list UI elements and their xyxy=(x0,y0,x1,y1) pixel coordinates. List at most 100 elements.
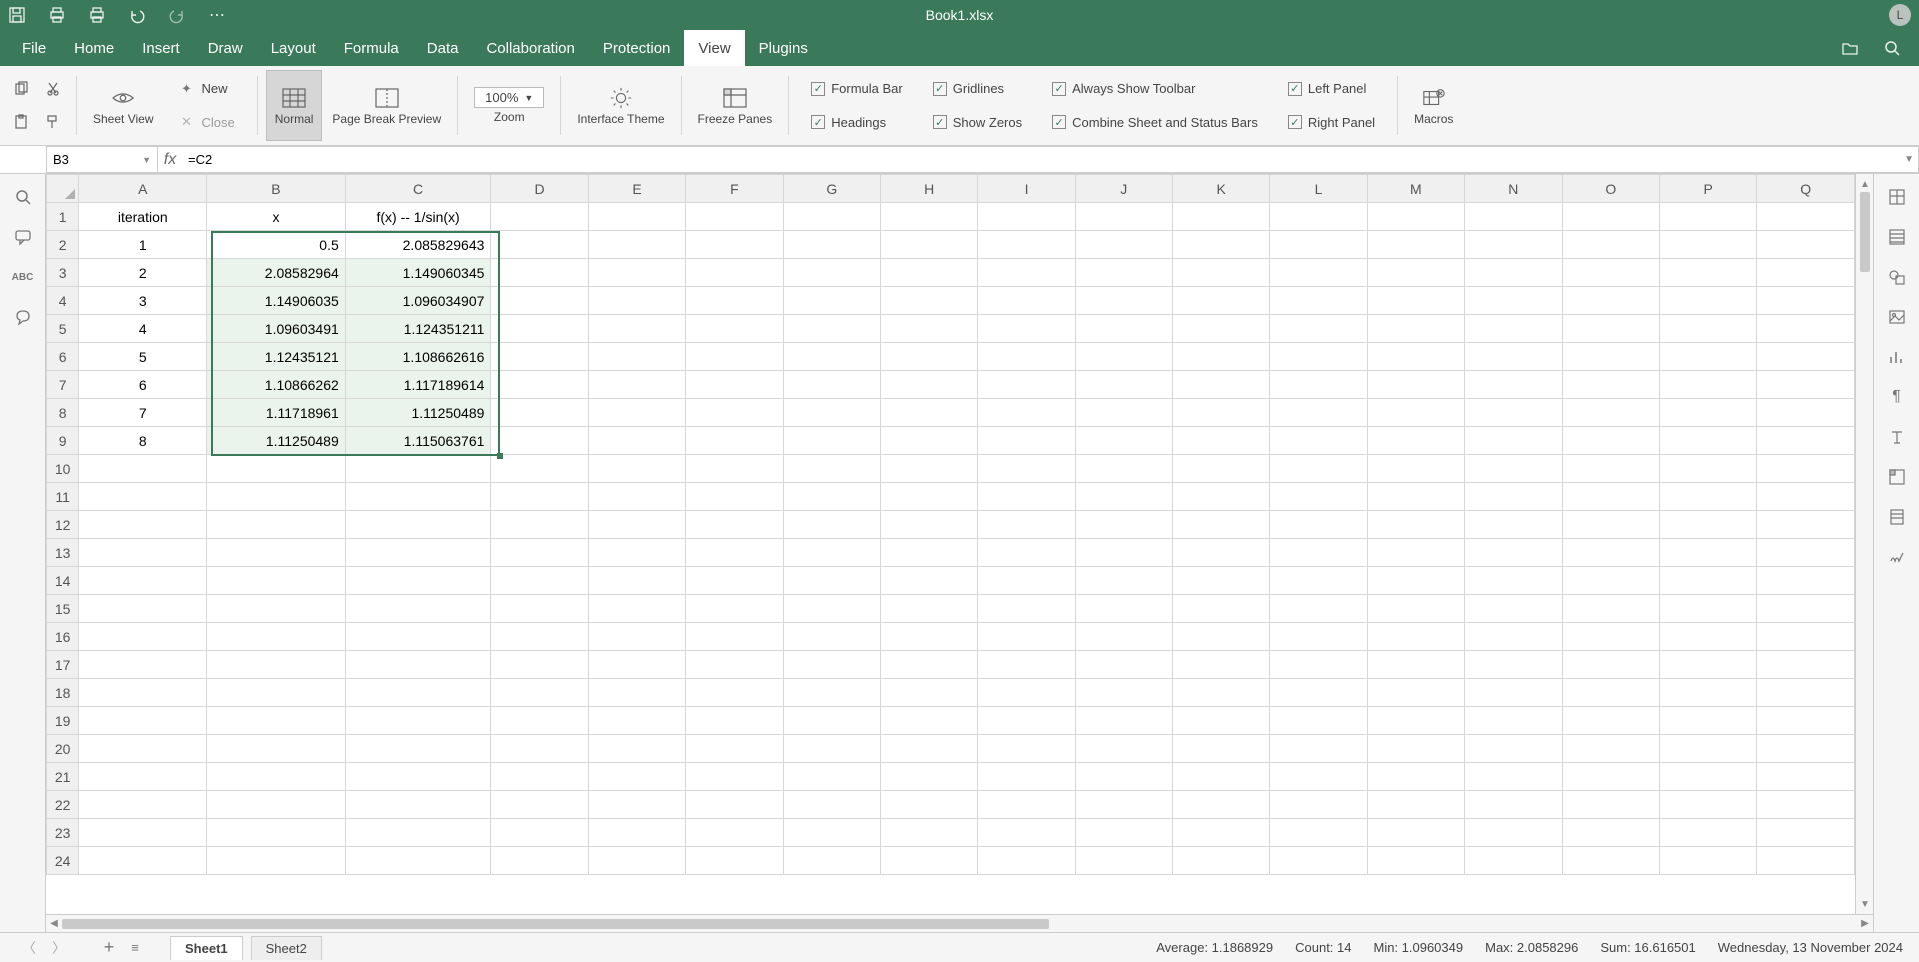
cell[interactable] xyxy=(978,847,1075,875)
cell[interactable] xyxy=(1660,763,1757,791)
sheet-list-icon[interactable]: ≡ xyxy=(126,939,144,957)
cell[interactable] xyxy=(345,679,491,707)
cell[interactable] xyxy=(491,259,588,287)
cell[interactable] xyxy=(1367,595,1464,623)
cell[interactable] xyxy=(1465,735,1562,763)
cell[interactable] xyxy=(588,455,685,483)
cell-settings-icon[interactable] xyxy=(1888,188,1906,206)
cell[interactable] xyxy=(588,651,685,679)
cell[interactable] xyxy=(783,343,880,371)
row-header-10[interactable]: 10 xyxy=(47,455,79,483)
cell[interactable] xyxy=(79,511,207,539)
cell[interactable] xyxy=(783,315,880,343)
cell[interactable] xyxy=(978,427,1075,455)
cell[interactable] xyxy=(978,819,1075,847)
cell[interactable] xyxy=(1172,623,1269,651)
cut-icon[interactable] xyxy=(44,80,62,98)
cell[interactable] xyxy=(1465,763,1562,791)
col-header-A[interactable]: A xyxy=(79,175,207,203)
col-header-K[interactable]: K xyxy=(1172,175,1269,203)
cell[interactable] xyxy=(1660,707,1757,735)
cell[interactable] xyxy=(1367,847,1464,875)
cell[interactable] xyxy=(978,371,1075,399)
cell[interactable] xyxy=(1270,623,1367,651)
cell[interactable] xyxy=(79,455,207,483)
check-formula-bar[interactable]: ✓Formula Bar xyxy=(803,79,911,98)
tab-home[interactable]: Home xyxy=(60,30,128,66)
cell[interactable] xyxy=(978,315,1075,343)
cell[interactable] xyxy=(783,763,880,791)
row-header-16[interactable]: 16 xyxy=(47,623,79,651)
cell[interactable] xyxy=(1172,707,1269,735)
col-header-C[interactable]: C xyxy=(345,175,491,203)
cell[interactable] xyxy=(1270,203,1367,231)
row-header-3[interactable]: 3 xyxy=(47,259,79,287)
cell[interactable] xyxy=(1757,567,1855,595)
cell[interactable] xyxy=(1757,791,1855,819)
cell[interactable] xyxy=(686,679,783,707)
cell[interactable] xyxy=(1172,203,1269,231)
cell[interactable] xyxy=(1270,763,1367,791)
cell[interactable] xyxy=(1367,735,1464,763)
cell[interactable] xyxy=(79,763,207,791)
cell[interactable] xyxy=(588,399,685,427)
row-header-6[interactable]: 6 xyxy=(47,343,79,371)
cell[interactable] xyxy=(1757,763,1855,791)
check-left-panel[interactable]: ✓Left Panel xyxy=(1280,79,1383,98)
cell[interactable] xyxy=(588,791,685,819)
cell[interactable] xyxy=(1075,735,1172,763)
cell[interactable] xyxy=(207,567,346,595)
cell[interactable]: iteration xyxy=(79,203,207,231)
close-view-button[interactable]: ✕ Close xyxy=(170,111,243,133)
cell[interactable] xyxy=(978,595,1075,623)
cell[interactable] xyxy=(881,455,978,483)
cell[interactable]: 1.10866262 xyxy=(207,371,346,399)
cell[interactable] xyxy=(588,847,685,875)
cell[interactable] xyxy=(588,595,685,623)
cell[interactable] xyxy=(1270,679,1367,707)
tab-layout[interactable]: Layout xyxy=(257,30,330,66)
cell[interactable] xyxy=(1660,231,1757,259)
cell[interactable] xyxy=(1172,763,1269,791)
cell[interactable] xyxy=(686,651,783,679)
cell[interactable] xyxy=(1757,539,1855,567)
cell[interactable] xyxy=(1757,231,1855,259)
col-header-J[interactable]: J xyxy=(1075,175,1172,203)
quick-print-icon[interactable] xyxy=(88,6,106,24)
cell[interactable] xyxy=(686,315,783,343)
image-settings-icon[interactable] xyxy=(1888,308,1906,326)
cell[interactable] xyxy=(1465,231,1562,259)
cell[interactable] xyxy=(1270,511,1367,539)
cell[interactable] xyxy=(881,259,978,287)
cell[interactable] xyxy=(783,735,880,763)
cell[interactable] xyxy=(881,483,978,511)
cell[interactable] xyxy=(978,231,1075,259)
search-icon[interactable] xyxy=(1883,39,1901,57)
cell[interactable] xyxy=(1172,735,1269,763)
col-header-O[interactable]: O xyxy=(1562,175,1659,203)
cell[interactable] xyxy=(491,511,588,539)
row-header-11[interactable]: 11 xyxy=(47,483,79,511)
cell[interactable] xyxy=(1367,343,1464,371)
cell[interactable] xyxy=(1660,791,1757,819)
cell[interactable] xyxy=(1562,511,1659,539)
cell[interactable] xyxy=(1465,539,1562,567)
cell[interactable] xyxy=(79,791,207,819)
cell[interactable] xyxy=(1562,735,1659,763)
cell[interactable] xyxy=(588,259,685,287)
cell[interactable] xyxy=(1660,735,1757,763)
cell[interactable] xyxy=(588,203,685,231)
cell[interactable] xyxy=(783,595,880,623)
cell[interactable] xyxy=(345,567,491,595)
cell[interactable] xyxy=(1757,483,1855,511)
row-header-9[interactable]: 9 xyxy=(47,427,79,455)
row-header-12[interactable]: 12 xyxy=(47,511,79,539)
cell[interactable] xyxy=(1075,455,1172,483)
formula-input[interactable]: =C2 ▼ xyxy=(182,146,1919,173)
cell[interactable] xyxy=(207,539,346,567)
cell[interactable] xyxy=(1757,595,1855,623)
cell[interactable] xyxy=(1562,791,1659,819)
cell[interactable] xyxy=(783,707,880,735)
cell[interactable] xyxy=(1367,819,1464,847)
cell[interactable] xyxy=(686,623,783,651)
